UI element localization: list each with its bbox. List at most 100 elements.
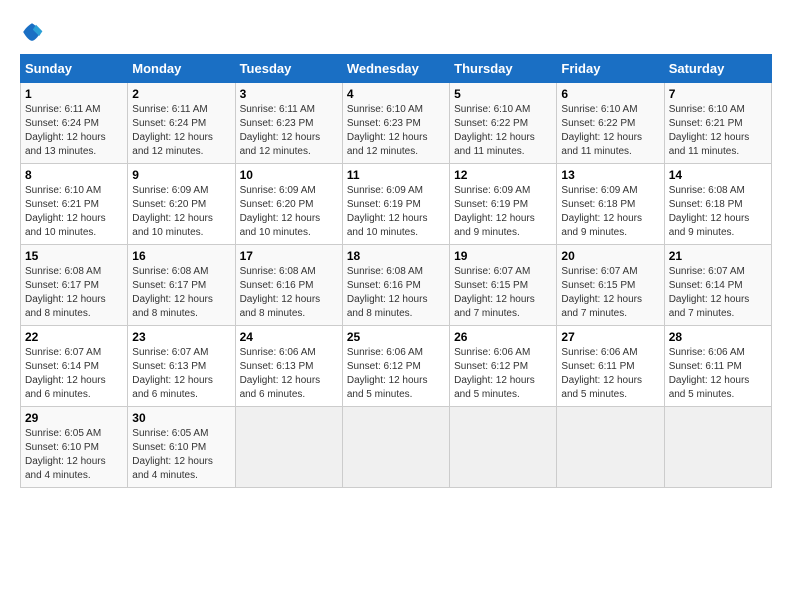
calendar-cell: 26 Sunrise: 6:06 AMSunset: 6:12 PMDayligh…	[450, 326, 557, 407]
calendar-cell: 22 Sunrise: 6:07 AMSunset: 6:14 PMDayligh…	[21, 326, 128, 407]
day-info: Sunrise: 6:07 AMSunset: 6:15 PMDaylight:…	[561, 265, 659, 321]
day-number: 25	[347, 330, 445, 344]
day-info: Sunrise: 6:09 AMSunset: 6:19 PMDaylight:…	[454, 184, 552, 240]
calendar-cell: 17 Sunrise: 6:08 AMSunset: 6:16 PMDayligh…	[235, 245, 342, 326]
calendar-cell: 7 Sunrise: 6:10 AMSunset: 6:21 PMDaylight…	[664, 83, 771, 164]
calendar-week-row: 29 Sunrise: 6:05 AMSunset: 6:10 PMDayligh…	[21, 407, 772, 488]
day-number: 27	[561, 330, 659, 344]
day-number: 9	[132, 168, 230, 182]
day-info: Sunrise: 6:09 AMSunset: 6:19 PMDaylight:…	[347, 184, 445, 240]
day-number: 30	[132, 411, 230, 425]
weekday-header-row: SundayMondayTuesdayWednesdayThursdayFrid…	[21, 55, 772, 83]
day-number: 8	[25, 168, 123, 182]
day-number: 12	[454, 168, 552, 182]
day-number: 24	[240, 330, 338, 344]
day-info: Sunrise: 6:07 AMSunset: 6:13 PMDaylight:…	[132, 346, 230, 402]
day-number: 4	[347, 87, 445, 101]
day-info: Sunrise: 6:09 AMSunset: 6:20 PMDaylight:…	[240, 184, 338, 240]
day-info: Sunrise: 6:10 AMSunset: 6:23 PMDaylight:…	[347, 103, 445, 159]
calendar-cell: 16 Sunrise: 6:08 AMSunset: 6:17 PMDayligh…	[128, 245, 235, 326]
day-number: 26	[454, 330, 552, 344]
day-number: 13	[561, 168, 659, 182]
day-info: Sunrise: 6:09 AMSunset: 6:18 PMDaylight:…	[561, 184, 659, 240]
day-number: 2	[132, 87, 230, 101]
day-info: Sunrise: 6:11 AMSunset: 6:23 PMDaylight:…	[240, 103, 338, 159]
calendar-cell: 13 Sunrise: 6:09 AMSunset: 6:18 PMDayligh…	[557, 164, 664, 245]
day-number: 22	[25, 330, 123, 344]
day-info: Sunrise: 6:08 AMSunset: 6:16 PMDaylight:…	[347, 265, 445, 321]
calendar-cell: 27Sunrise: 6:06 AMSunset: 6:11 PMDayligh…	[557, 326, 664, 407]
calendar-cell: 30Sunrise: 6:05 AMSunset: 6:10 PMDayligh…	[128, 407, 235, 488]
calendar-cell	[235, 407, 342, 488]
day-info: Sunrise: 6:06 AMSunset: 6:12 PMDaylight:…	[454, 346, 552, 402]
day-info: Sunrise: 6:10 AMSunset: 6:21 PMDaylight:…	[669, 103, 767, 159]
calendar-cell: 10 Sunrise: 6:09 AMSunset: 6:20 PMDayligh…	[235, 164, 342, 245]
calendar-cell: 24 Sunrise: 6:06 AMSunset: 6:13 PMDayligh…	[235, 326, 342, 407]
calendar-week-row: 15Sunrise: 6:08 AMSunset: 6:17 PMDayligh…	[21, 245, 772, 326]
day-info: Sunrise: 6:08 AMSunset: 6:17 PMDaylight:…	[132, 265, 230, 321]
calendar-cell: 28 Sunrise: 6:06 AMSunset: 6:11 PMDayligh…	[664, 326, 771, 407]
calendar-week-row: 1 Sunrise: 6:11 AMSunset: 6:24 PMDaylight…	[21, 83, 772, 164]
day-number: 7	[669, 87, 767, 101]
day-info: Sunrise: 6:10 AMSunset: 6:22 PMDaylight:…	[561, 103, 659, 159]
day-info: Sunrise: 6:08 AMSunset: 6:18 PMDaylight:…	[669, 184, 767, 240]
day-info: Sunrise: 6:11 AMSunset: 6:24 PMDaylight:…	[25, 103, 123, 159]
calendar-cell: 2 Sunrise: 6:11 AMSunset: 6:24 PMDaylight…	[128, 83, 235, 164]
calendar-cell	[342, 407, 449, 488]
day-number: 16	[132, 249, 230, 263]
calendar-cell: 15Sunrise: 6:08 AMSunset: 6:17 PMDayligh…	[21, 245, 128, 326]
calendar-cell	[557, 407, 664, 488]
day-info: Sunrise: 6:06 AMSunset: 6:12 PMDaylight:…	[347, 346, 445, 402]
day-number: 20	[561, 249, 659, 263]
calendar-cell: 4 Sunrise: 6:10 AMSunset: 6:23 PMDaylight…	[342, 83, 449, 164]
weekday-header-tuesday: Tuesday	[235, 55, 342, 83]
day-info: Sunrise: 6:08 AMSunset: 6:17 PMDaylight:…	[25, 265, 123, 321]
calendar-cell	[664, 407, 771, 488]
day-info: Sunrise: 6:08 AMSunset: 6:16 PMDaylight:…	[240, 265, 338, 321]
calendar-cell: 18 Sunrise: 6:08 AMSunset: 6:16 PMDayligh…	[342, 245, 449, 326]
day-number: 11	[347, 168, 445, 182]
weekday-header-sunday: Sunday	[21, 55, 128, 83]
weekday-header-thursday: Thursday	[450, 55, 557, 83]
day-number: 21	[669, 249, 767, 263]
day-number: 18	[347, 249, 445, 263]
calendar-cell: 3Sunrise: 6:11 AMSunset: 6:23 PMDaylight…	[235, 83, 342, 164]
calendar-cell: 6 Sunrise: 6:10 AMSunset: 6:22 PMDaylight…	[557, 83, 664, 164]
calendar-cell: 25 Sunrise: 6:06 AMSunset: 6:12 PMDayligh…	[342, 326, 449, 407]
day-number: 10	[240, 168, 338, 182]
day-number: 5	[454, 87, 552, 101]
day-number: 6	[561, 87, 659, 101]
weekday-header-saturday: Saturday	[664, 55, 771, 83]
calendar-cell: 21Sunrise: 6:07 AMSunset: 6:14 PMDayligh…	[664, 245, 771, 326]
calendar-table: SundayMondayTuesdayWednesdayThursdayFrid…	[20, 54, 772, 488]
logo-icon	[20, 20, 44, 44]
header	[20, 20, 772, 44]
day-number: 23	[132, 330, 230, 344]
calendar-cell: 12 Sunrise: 6:09 AMSunset: 6:19 PMDayligh…	[450, 164, 557, 245]
day-number: 28	[669, 330, 767, 344]
weekday-header-monday: Monday	[128, 55, 235, 83]
day-info: Sunrise: 6:09 AMSunset: 6:20 PMDaylight:…	[132, 184, 230, 240]
calendar-cell: 20 Sunrise: 6:07 AMSunset: 6:15 PMDayligh…	[557, 245, 664, 326]
calendar-cell: 23 Sunrise: 6:07 AMSunset: 6:13 PMDayligh…	[128, 326, 235, 407]
day-number: 17	[240, 249, 338, 263]
calendar-cell: 9 Sunrise: 6:09 AMSunset: 6:20 PMDaylight…	[128, 164, 235, 245]
calendar-cell: 29 Sunrise: 6:05 AMSunset: 6:10 PMDayligh…	[21, 407, 128, 488]
day-info: Sunrise: 6:06 AMSunset: 6:11 PMDaylight:…	[669, 346, 767, 402]
day-number: 1	[25, 87, 123, 101]
day-info: Sunrise: 6:05 AMSunset: 6:10 PMDaylight:…	[25, 427, 123, 483]
calendar-cell: 5Sunrise: 6:10 AMSunset: 6:22 PMDaylight…	[450, 83, 557, 164]
calendar-cell: 14 Sunrise: 6:08 AMSunset: 6:18 PMDayligh…	[664, 164, 771, 245]
day-number: 14	[669, 168, 767, 182]
day-number: 29	[25, 411, 123, 425]
calendar-cell	[450, 407, 557, 488]
weekday-header-wednesday: Wednesday	[342, 55, 449, 83]
calendar-week-row: 8 Sunrise: 6:10 AMSunset: 6:21 PMDaylight…	[21, 164, 772, 245]
day-info: Sunrise: 6:11 AMSunset: 6:24 PMDaylight:…	[132, 103, 230, 159]
day-info: Sunrise: 6:07 AMSunset: 6:14 PMDaylight:…	[25, 346, 123, 402]
day-info: Sunrise: 6:10 AMSunset: 6:21 PMDaylight:…	[25, 184, 123, 240]
calendar-cell: 11 Sunrise: 6:09 AMSunset: 6:19 PMDayligh…	[342, 164, 449, 245]
day-info: Sunrise: 6:07 AMSunset: 6:15 PMDaylight:…	[454, 265, 552, 321]
day-info: Sunrise: 6:06 AMSunset: 6:13 PMDaylight:…	[240, 346, 338, 402]
calendar-cell: 8 Sunrise: 6:10 AMSunset: 6:21 PMDaylight…	[21, 164, 128, 245]
